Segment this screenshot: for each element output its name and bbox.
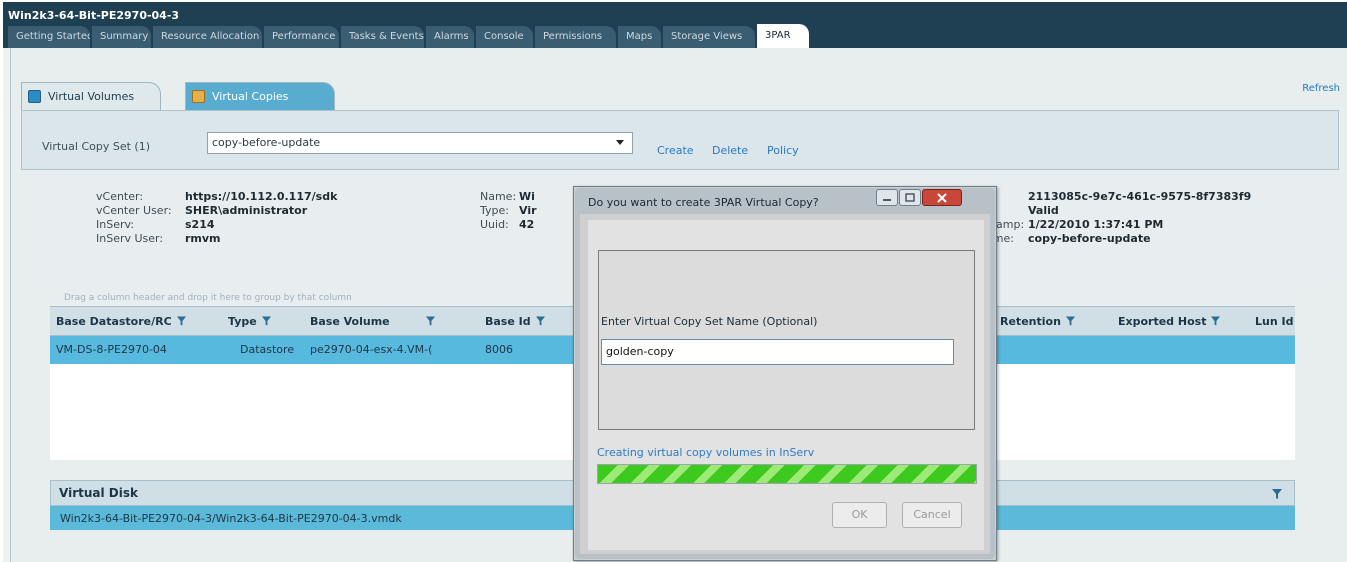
virtual-disk-path: Win2k3-64-Bit-PE2970-04-3/Win2k3-64-Bit-…: [60, 512, 402, 525]
cell-base-datastore: VM-DS-8-PE2970-04: [56, 343, 167, 356]
virtual-copy-icon: [192, 90, 205, 103]
maximize-icon: [905, 193, 915, 202]
progress-bar: [597, 464, 977, 484]
tab-storage-views[interactable]: Storage Views: [663, 26, 755, 48]
cell-type: Datastore: [240, 343, 295, 356]
column-header-lun-id[interactable]: Lun Id: [1255, 315, 1293, 328]
close-button[interactable]: [922, 189, 962, 206]
filter-icon[interactable]: [1065, 316, 1075, 326]
type-label: Type:: [480, 204, 509, 217]
column-header-type[interactable]: Type: [228, 315, 271, 328]
create-virtual-copy-dialog: Do you want to create 3PAR Virtual Copy?…: [573, 186, 997, 561]
tab-summary[interactable]: Summary: [92, 26, 151, 48]
vsphere-panel: Win2k3-64-Bit-PE2970-04-3 Getting Starte…: [3, 2, 1347, 562]
chevron-down-icon: [616, 140, 624, 145]
inserv-value: s214: [185, 218, 215, 231]
maximize-button[interactable]: [899, 189, 921, 206]
column-label: Exported Host: [1118, 315, 1207, 328]
inserv-user-label: InServ User:: [96, 232, 164, 245]
cell-base-id: 8006: [485, 343, 513, 356]
filter-icon[interactable]: [535, 316, 545, 326]
tab-alarms[interactable]: Alarms: [426, 26, 474, 48]
minimize-button[interactable]: [876, 189, 898, 206]
tab-maps[interactable]: Maps: [618, 26, 661, 48]
delete-link[interactable]: Delete: [712, 144, 748, 157]
dialog-body: [588, 220, 984, 550]
ok-button[interactable]: OK: [832, 502, 887, 528]
id-value: 2113085c-9e7c-461c-9575-8f7383f9: [1028, 190, 1252, 203]
vcenter-value: https://10.112.0.117/sdk: [185, 190, 338, 203]
tab-permissions[interactable]: Permissions: [535, 26, 616, 48]
column-header-retention[interactable]: Retention: [1000, 315, 1075, 328]
inserv-label: InServ:: [96, 218, 135, 231]
name-label: Name:: [480, 190, 517, 203]
tab-tasks-events[interactable]: Tasks & Events: [341, 26, 424, 48]
cancel-button[interactable]: Cancel: [902, 502, 962, 528]
column-header-base-volume[interactable]: Base Volume: [310, 315, 435, 328]
dropdown-value: copy-before-update: [212, 136, 321, 149]
vcenter-label: vCenter:: [96, 190, 144, 203]
refresh-link[interactable]: Refresh: [1302, 83, 1340, 94]
app-window: Win2k3-64-Bit-PE2970-04-3 Getting Starte…: [0, 0, 1347, 562]
tab-performance[interactable]: Performance: [264, 26, 339, 48]
minimize-icon: [883, 199, 891, 201]
column-header-exported-host[interactable]: Exported Host: [1118, 315, 1221, 328]
column-header-base-datastore[interactable]: Base Datastore/RC: [56, 315, 186, 328]
column-label: Type: [228, 315, 257, 328]
vm-title: Win2k3-64-Bit-PE2970-04-3: [8, 9, 180, 22]
subtab-label: Virtual Volumes: [48, 90, 135, 103]
tab-console[interactable]: Console: [476, 26, 533, 48]
uuid-label: Uuid:: [480, 218, 509, 231]
column-label: Base Id: [485, 315, 531, 328]
status-value: Valid: [1028, 204, 1059, 217]
virtual-copy-set-dropdown[interactable]: copy-before-update: [207, 132, 633, 154]
uuid-value: 42: [519, 218, 535, 231]
policy-link[interactable]: Policy: [767, 144, 799, 157]
filter-icon[interactable]: [1211, 316, 1221, 326]
close-icon: [937, 193, 947, 203]
filter-icon[interactable]: [425, 316, 435, 326]
create-link[interactable]: Create: [657, 144, 694, 157]
inserv-user-value: rmvm: [185, 232, 221, 245]
filter-icon[interactable]: [1272, 489, 1282, 499]
filter-icon[interactable]: [261, 316, 271, 326]
vcenter-user-label: vCenter User:: [96, 204, 172, 217]
column-label: Base Datastore/RC: [56, 315, 172, 328]
copy-set-name-label: Enter Virtual Copy Set Name (Optional): [601, 315, 818, 328]
subtab-virtual-copies[interactable]: Virtual Copies: [185, 82, 335, 110]
set-name-value: copy-before-update: [1028, 232, 1151, 245]
tab-getting-started[interactable]: Getting Started: [8, 26, 90, 48]
timestamp-value: 1/22/2010 1:37:41 PM: [1028, 218, 1164, 231]
column-header-base-id[interactable]: Base Id: [485, 315, 545, 328]
title-bar: Win2k3-64-Bit-PE2970-04-3 Getting Starte…: [3, 2, 1347, 48]
virtual-disk-title: Virtual Disk: [59, 486, 138, 500]
copy-set-name-input[interactable]: golden-copy: [601, 339, 954, 365]
tab-resource-allocation[interactable]: Resource Allocation: [153, 26, 262, 48]
type-value: Vir: [519, 204, 537, 217]
progress-status: Creating virtual copy volumes in InServ: [597, 446, 815, 459]
volume-icon: [28, 90, 41, 103]
vcenter-user-value: SHER\administrator: [185, 204, 308, 217]
subtab-virtual-volumes[interactable]: Virtual Volumes: [21, 82, 161, 110]
filter-icon[interactable]: [176, 316, 186, 326]
dialog-title: Do you want to create 3PAR Virtual Copy?: [588, 196, 819, 209]
column-label: Retention: [1000, 315, 1061, 328]
name-value: Wi: [519, 190, 535, 203]
virtual-copy-set-label: Virtual Copy Set (1): [42, 140, 150, 153]
column-label: Base Volume: [310, 315, 390, 328]
subtab-label: Virtual Copies: [212, 90, 289, 103]
cell-base-volume: pe2970-04-esx-4.VM-(: [310, 343, 433, 356]
tab-3par[interactable]: 3PAR: [757, 24, 809, 48]
